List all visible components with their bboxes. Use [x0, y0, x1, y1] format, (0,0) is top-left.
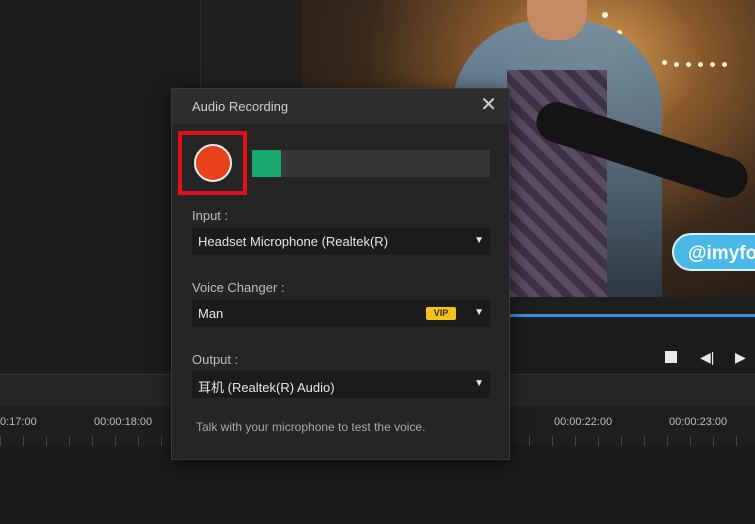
output-device-value: 耳机 (Realtek(R) Audio) — [198, 380, 335, 395]
play-icon[interactable]: ▶ — [735, 350, 746, 364]
output-device-select[interactable]: 耳机 (Realtek(R) Audio) ▼ — [192, 371, 490, 398]
audio-recording-dialog: Audio Recording ✕ Input : Headset Microp… — [171, 88, 510, 460]
dialog-header: Audio Recording ✕ — [172, 89, 509, 124]
dropdown-arrow-icon: ▼ — [474, 235, 484, 246]
microphone-test-hint: Talk with your microphone to test the vo… — [196, 420, 426, 434]
stage-light — [698, 62, 703, 67]
stop-icon[interactable] — [665, 351, 677, 363]
voice-changer-value: Man — [198, 306, 224, 321]
stage-light — [662, 60, 667, 65]
timeline-tick-label: 00:00:22:00 — [554, 416, 613, 428]
stage-light — [722, 62, 727, 67]
voice-changer-label: Voice Changer : — [192, 280, 285, 295]
stage-light — [710, 62, 715, 67]
watermark-badge: @imyfo — [672, 233, 755, 271]
vip-badge: VIP — [426, 307, 456, 320]
dialog-title: Audio Recording — [192, 99, 289, 114]
timeline-tick-label: 00:00:18:00 — [94, 416, 153, 428]
input-device-select[interactable]: Headset Microphone (Realtek(R) ▼ — [192, 228, 490, 255]
audio-level-meter — [252, 150, 490, 177]
stage-light — [674, 62, 679, 67]
record-button[interactable] — [194, 144, 232, 182]
stage-light — [686, 62, 691, 67]
timeline-tick-label: 00:00:23:00 — [669, 416, 728, 428]
close-icon[interactable]: ✕ — [480, 95, 497, 115]
output-label: Output : — [192, 352, 239, 367]
dropdown-arrow-icon: ▼ — [474, 378, 484, 389]
timeline-tick-label: 0:17:00 — [0, 416, 37, 428]
dropdown-arrow-icon: ▼ — [474, 307, 484, 318]
voice-changer-select[interactable]: Man VIP ▼ — [192, 300, 490, 327]
input-device-value: Headset Microphone (Realtek(R) — [198, 234, 389, 249]
audio-level-fill — [252, 150, 281, 177]
input-label: Input : — [192, 208, 229, 223]
media-panel — [0, 0, 200, 372]
previous-frame-icon[interactable]: ◀| — [700, 350, 714, 364]
stage-light — [602, 12, 608, 18]
